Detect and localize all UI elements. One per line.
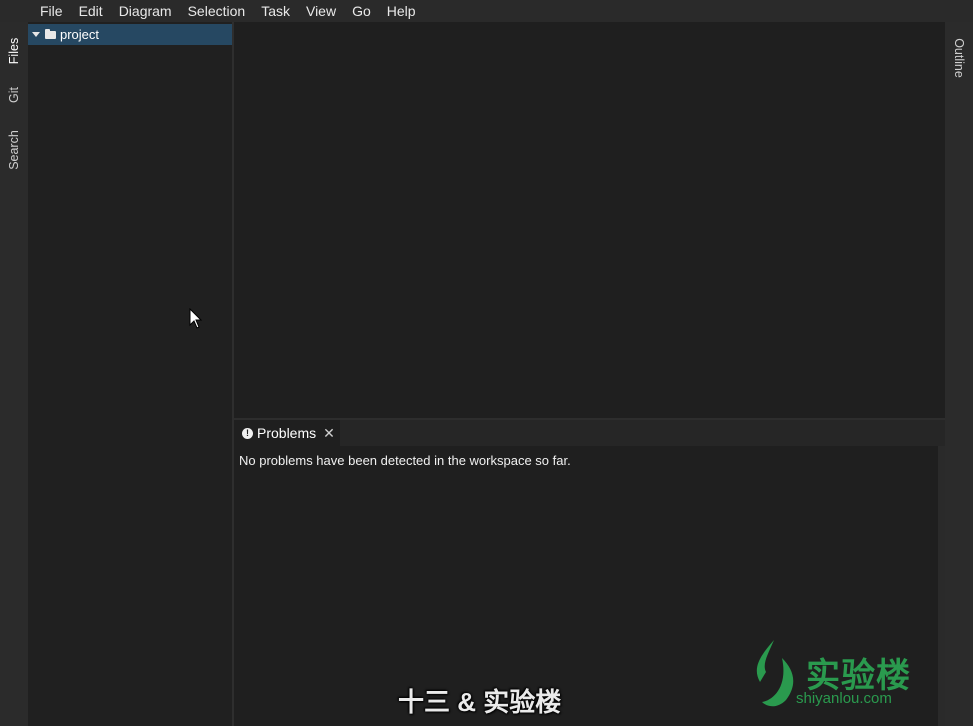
menu-selection[interactable]: Selection [180, 0, 254, 22]
tab-outline-label: Outline [952, 38, 967, 78]
menu-file[interactable]: File [32, 0, 71, 22]
file-explorer: project [28, 22, 232, 726]
menu-diagram[interactable]: Diagram [111, 0, 180, 22]
menu-go[interactable]: Go [344, 0, 379, 22]
menu-edit[interactable]: Edit [71, 0, 111, 22]
shiyanlou-watermark: 实验楼 shiyanlou.com [752, 638, 932, 708]
bottom-panel-tabbar: ! Problems ✕ [234, 420, 945, 446]
shiyanlou-logo-icon [756, 640, 794, 707]
tab-files-label: Files [7, 37, 21, 65]
tab-search-label: Search [7, 130, 22, 170]
editor-area[interactable] [234, 22, 945, 418]
menu-view[interactable]: View [298, 0, 344, 22]
tab-files[interactable]: Files [0, 28, 28, 74]
tab-git-label: Git [6, 87, 21, 103]
mouse-cursor-icon [189, 308, 203, 329]
menu-bar: File Edit Diagram Selection Task View Go… [0, 0, 973, 22]
tab-outline[interactable]: Outline [945, 30, 973, 86]
problems-scrollbar[interactable] [938, 446, 945, 726]
tree-item-label: project [60, 27, 100, 42]
tab-git[interactable]: Git [0, 78, 28, 112]
problems-message: No problems have been detected in the wo… [239, 453, 571, 468]
tree-item-project[interactable]: project [28, 24, 232, 45]
tab-search[interactable]: Search [0, 120, 28, 180]
alert-icon: ! [242, 427, 253, 439]
menu-help[interactable]: Help [379, 0, 424, 22]
caption-overlay: 十三 & 实验楼 [398, 687, 562, 717]
chevron-down-icon[interactable] [32, 32, 40, 37]
right-side-tabs: Outline [945, 22, 973, 726]
left-side-tabs: Files Git Search [0, 22, 28, 726]
close-icon[interactable]: ✕ [323, 425, 335, 442]
watermark-url: shiyanlou.com [796, 690, 892, 707]
tab-problems[interactable]: ! Problems ✕ [234, 420, 340, 446]
folder-icon [45, 28, 56, 39]
tab-problems-label: Problems [257, 425, 317, 441]
menu-task[interactable]: Task [253, 0, 298, 22]
